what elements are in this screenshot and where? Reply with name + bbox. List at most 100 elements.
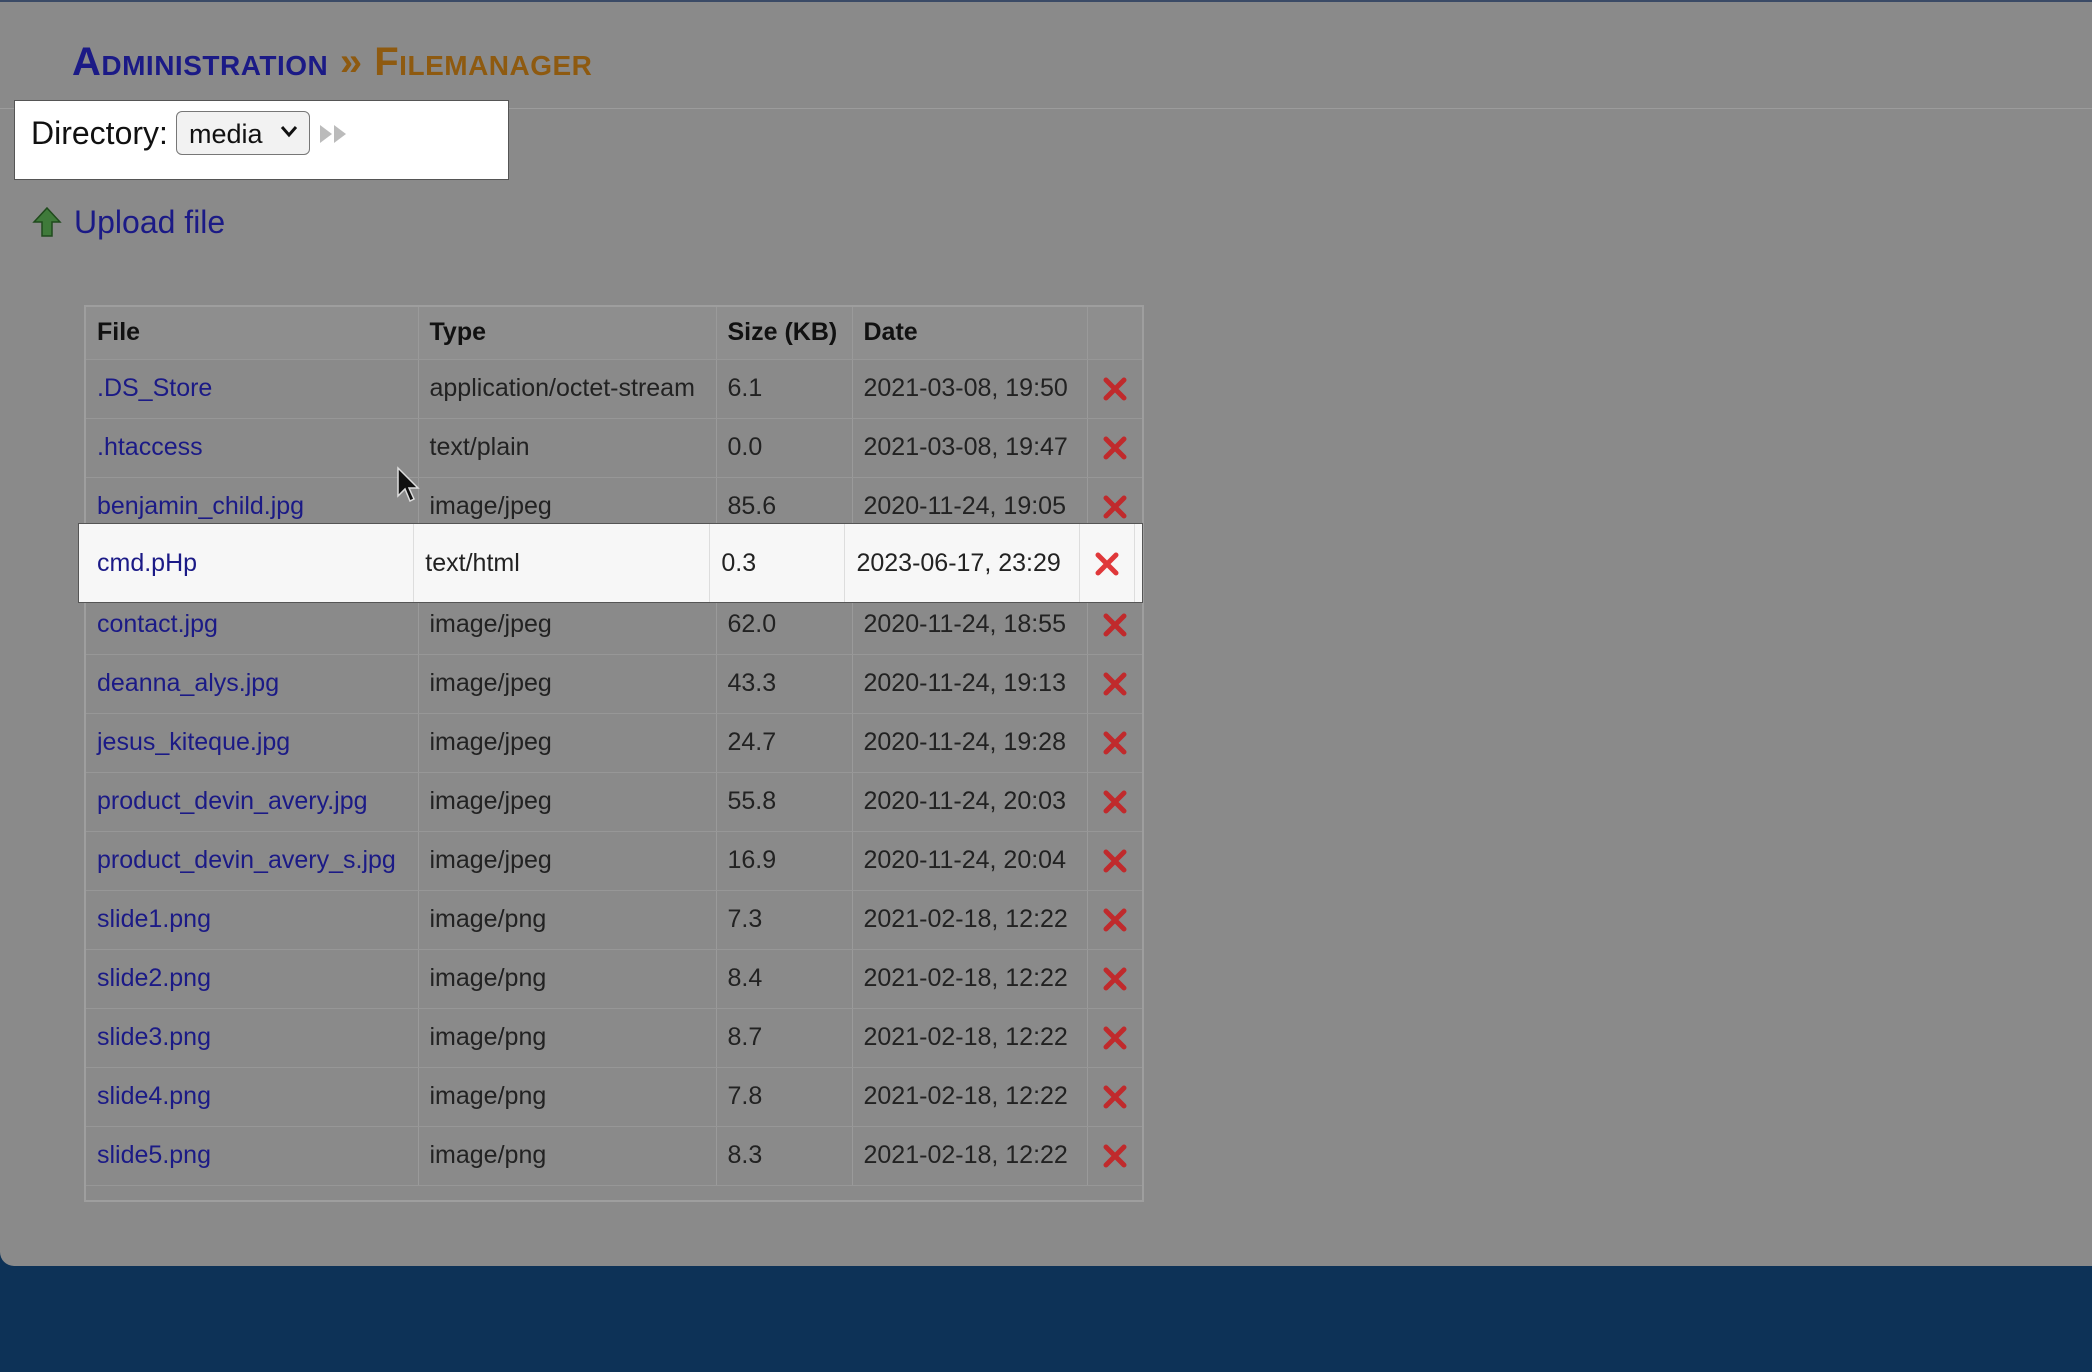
breadcrumb-separator: » bbox=[339, 40, 363, 84]
delete-cell bbox=[1087, 1008, 1142, 1068]
delete-cell bbox=[1087, 418, 1142, 478]
close-x-icon[interactable] bbox=[1102, 1143, 1128, 1169]
file-size: 7.3 bbox=[716, 890, 853, 950]
close-x-icon[interactable] bbox=[1102, 376, 1128, 402]
column-header-date[interactable]: Date bbox=[852, 307, 1088, 360]
highlighted-row-overlay: cmd.pHp text/html 0.3 2023-06-17, 23:29 bbox=[78, 523, 1143, 603]
file-type: image/png bbox=[418, 1126, 717, 1186]
file-link[interactable]: slide1.png bbox=[86, 890, 419, 950]
column-header-file[interactable]: File bbox=[86, 307, 419, 360]
delete-cell bbox=[1087, 1126, 1142, 1186]
file-link[interactable]: cmd.pHp bbox=[79, 524, 415, 602]
file-link[interactable]: product_devin_avery_s.jpg bbox=[86, 831, 419, 891]
table-row[interactable]: slide4.png image/png 7.8 2021-02-18, 12:22 bbox=[86, 1067, 1142, 1127]
page-title: Administration » Filemanager bbox=[72, 40, 592, 85]
file-type: image/png bbox=[418, 1067, 717, 1127]
file-type: image/png bbox=[418, 949, 717, 1009]
file-link[interactable]: .DS_Store bbox=[86, 359, 419, 419]
directory-select[interactable]: media bbox=[176, 111, 310, 155]
delete-cell bbox=[1087, 772, 1142, 832]
close-x-icon[interactable] bbox=[1102, 730, 1128, 756]
table-row[interactable]: slide5.png image/png 8.3 2021-02-18, 12:22 bbox=[86, 1126, 1142, 1186]
table-row[interactable]: product_devin_avery.jpg image/jpeg 55.8 202… bbox=[86, 772, 1142, 832]
file-size: 43.3 bbox=[716, 654, 853, 714]
file-table: File Type Size (KB) Date .DS_Store applic… bbox=[86, 307, 1142, 1186]
directory-selector-box: Directory: media bbox=[14, 100, 509, 180]
file-date: 2021-02-18, 12:22 bbox=[852, 1126, 1088, 1186]
table-row[interactable]: deanna_alys.jpg image/jpeg 43.3 2020-11-24,… bbox=[86, 654, 1142, 714]
delete-cell bbox=[1087, 595, 1142, 655]
table-row[interactable]: slide2.png image/png 8.4 2021-02-18, 12:22 bbox=[86, 949, 1142, 1009]
table-row[interactable]: slide3.png image/png 8.7 2021-02-18, 12:22 bbox=[86, 1008, 1142, 1068]
close-x-icon[interactable] bbox=[1102, 1025, 1128, 1051]
close-x-icon[interactable] bbox=[1094, 551, 1120, 577]
highlighted-row-table: cmd.pHp text/html 0.3 2023-06-17, 23:29 bbox=[79, 524, 1135, 602]
table-row[interactable]: slide1.png image/png 7.3 2021-02-18, 12:22 bbox=[86, 890, 1142, 950]
file-type: image/png bbox=[418, 1008, 717, 1068]
close-x-icon[interactable] bbox=[1102, 907, 1128, 933]
file-link[interactable]: product_devin_avery.jpg bbox=[86, 772, 419, 832]
upload-file-link[interactable]: Upload file bbox=[32, 200, 225, 244]
breadcrumb-administration[interactable]: Administration bbox=[72, 40, 328, 84]
file-link[interactable]: slide3.png bbox=[86, 1008, 419, 1068]
file-link[interactable]: contact.jpg bbox=[86, 595, 419, 655]
file-date: 2020-11-24, 19:28 bbox=[852, 713, 1088, 773]
table-row[interactable]: .DS_Store application/octet-stream 6.1 2021… bbox=[86, 359, 1142, 419]
file-type: application/octet-stream bbox=[418, 359, 717, 419]
delete-cell bbox=[1087, 949, 1142, 1009]
column-header-actions bbox=[1087, 307, 1142, 360]
file-date: 2020-11-24, 20:03 bbox=[852, 772, 1088, 832]
file-link[interactable]: .htaccess bbox=[86, 418, 419, 478]
file-type: image/jpeg bbox=[418, 772, 717, 832]
file-date: 2021-02-18, 12:22 bbox=[852, 949, 1088, 1009]
file-size: 55.8 bbox=[716, 772, 853, 832]
file-size: 0.0 bbox=[716, 418, 853, 478]
file-size: 8.3 bbox=[716, 1126, 853, 1186]
table-header-row: File Type Size (KB) Date bbox=[86, 307, 1142, 360]
table-row[interactable]: .htaccess text/plain 0.0 2021-03-08, 19:47 bbox=[86, 418, 1142, 478]
file-date: 2021-02-18, 12:22 bbox=[852, 1008, 1088, 1068]
file-size: 0.3 bbox=[709, 524, 846, 602]
table-row-highlighted[interactable]: cmd.pHp text/html 0.3 2023-06-17, 23:29 bbox=[79, 524, 1135, 602]
file-link[interactable]: slide5.png bbox=[86, 1126, 419, 1186]
file-type: image/jpeg bbox=[418, 713, 717, 773]
delete-cell bbox=[1087, 890, 1142, 950]
file-link[interactable]: jesus_kiteque.jpg bbox=[86, 713, 419, 773]
file-date: 2020-11-24, 20:04 bbox=[852, 831, 1088, 891]
file-size: 8.4 bbox=[716, 949, 853, 1009]
file-date: 2021-02-18, 12:22 bbox=[852, 890, 1088, 950]
close-x-icon[interactable] bbox=[1102, 612, 1128, 638]
file-size: 24.7 bbox=[716, 713, 853, 773]
file-type: text/html bbox=[413, 524, 711, 602]
close-x-icon[interactable] bbox=[1102, 435, 1128, 461]
table-row[interactable]: jesus_kiteque.jpg image/jpeg 24.7 2020-11-2… bbox=[86, 713, 1142, 773]
column-header-size[interactable]: Size (KB) bbox=[716, 307, 853, 360]
file-table-container: File Type Size (KB) Date .DS_Store applic… bbox=[84, 305, 1144, 1202]
file-size: 8.7 bbox=[716, 1008, 853, 1068]
file-link[interactable]: slide4.png bbox=[86, 1067, 419, 1127]
file-link[interactable]: slide2.png bbox=[86, 949, 419, 1009]
file-date: 2020-11-24, 19:13 bbox=[852, 654, 1088, 714]
delete-cell bbox=[1087, 831, 1142, 891]
close-x-icon[interactable] bbox=[1102, 494, 1128, 520]
breadcrumb-filemanager: Filemanager bbox=[374, 40, 593, 84]
delete-cell bbox=[1087, 713, 1142, 773]
close-x-icon[interactable] bbox=[1102, 848, 1128, 874]
close-x-icon[interactable] bbox=[1102, 671, 1128, 697]
file-size: 6.1 bbox=[716, 359, 853, 419]
file-type: image/jpeg bbox=[418, 654, 717, 714]
close-x-icon[interactable] bbox=[1102, 966, 1128, 992]
file-link[interactable]: deanna_alys.jpg bbox=[86, 654, 419, 714]
delete-cell bbox=[1079, 524, 1135, 602]
table-row[interactable]: product_devin_avery_s.jpg image/jpeg 16.9 2… bbox=[86, 831, 1142, 891]
table-row[interactable]: contact.jpg image/jpeg 62.0 2020-11-24, 18:… bbox=[86, 595, 1142, 655]
close-x-icon[interactable] bbox=[1102, 1084, 1128, 1110]
upload-file-label[interactable]: Upload file bbox=[74, 204, 225, 241]
mouse-cursor-icon bbox=[397, 466, 420, 503]
main-panel: Administration » Filemanager Upload file… bbox=[0, 0, 2092, 1266]
close-x-icon[interactable] bbox=[1102, 789, 1128, 815]
file-date: 2021-03-08, 19:47 bbox=[852, 418, 1088, 478]
file-date: 2021-02-18, 12:22 bbox=[852, 1067, 1088, 1127]
column-header-type[interactable]: Type bbox=[418, 307, 717, 360]
fast-forward-icon[interactable] bbox=[318, 123, 352, 145]
